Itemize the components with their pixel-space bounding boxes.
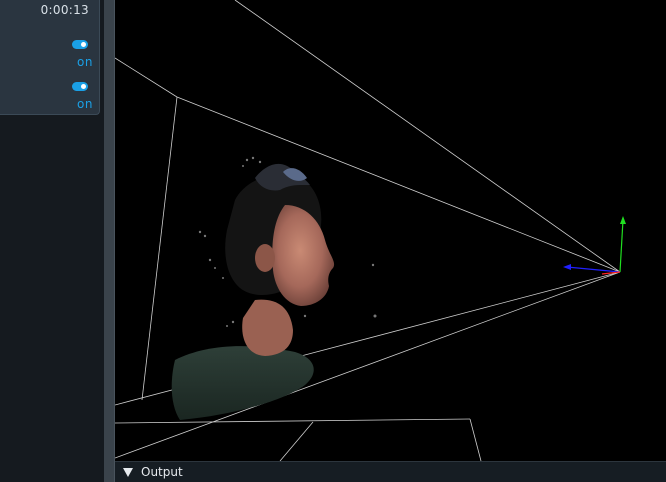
output-panel-header[interactable]: Output <box>115 461 666 482</box>
point-cloud-scene <box>115 0 626 461</box>
3d-viewport[interactable] <box>115 0 666 461</box>
toggle-1-label: on <box>77 55 93 69</box>
left-sidebar: 0:00:13 on on <box>0 0 104 482</box>
axes-gizmo-icon <box>563 216 626 275</box>
pane-splitter[interactable] <box>104 0 115 482</box>
elapsed-time: 0:00:13 <box>40 3 89 17</box>
toggle-knob-icon <box>81 84 86 89</box>
app-window: 0:00:13 on on Output <box>0 0 666 482</box>
toggle-2-label: on <box>77 97 93 111</box>
output-panel-label: Output <box>141 465 183 479</box>
collapse-triangle-icon[interactable] <box>123 467 133 477</box>
point-cloud-person <box>171 156 377 420</box>
toggle-switch-1[interactable] <box>72 40 88 49</box>
settings-panel: 0:00:13 on on <box>0 0 100 115</box>
toggle-switch-2[interactable] <box>72 82 88 91</box>
toggle-knob-icon <box>81 42 86 47</box>
